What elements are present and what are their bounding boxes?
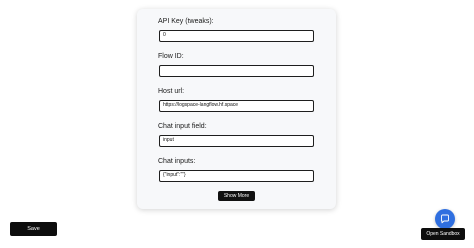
chat-inputs-input[interactable]: {"input":""}	[159, 170, 314, 182]
api-key-input[interactable]: 0	[159, 30, 314, 42]
chat-inputs-label: Chat inputs:	[158, 158, 196, 165]
api-key-label: API Key (tweaks):	[158, 18, 214, 25]
host-url-label: Host url:	[158, 88, 185, 95]
settings-card: API Key (tweaks): 0 Flow ID: Host url: h…	[137, 9, 336, 209]
show-more-button[interactable]: Show More	[218, 191, 255, 201]
chat-button[interactable]	[435, 209, 455, 229]
chat-input-field-input[interactable]: input	[159, 135, 314, 147]
chat-bubble-icon	[440, 214, 449, 224]
flow-id-input[interactable]	[159, 65, 314, 77]
save-button[interactable]: Save	[10, 222, 57, 236]
flow-id-label: Flow ID:	[158, 53, 184, 60]
host-url-input[interactable]: https://logspace-langflow.hf.space	[159, 100, 314, 112]
open-sandbox-button[interactable]: Open Sandbox	[421, 228, 465, 240]
chat-input-field-label: Chat input field:	[158, 123, 207, 130]
